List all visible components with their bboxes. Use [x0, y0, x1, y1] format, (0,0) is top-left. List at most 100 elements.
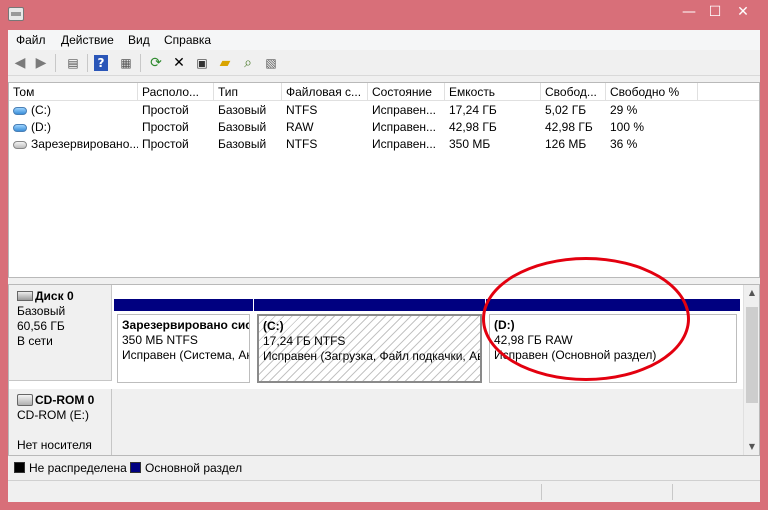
cd-drive-icon: [17, 394, 33, 406]
volume-type: Базовый: [218, 120, 267, 134]
cdrom-status: Нет носителя: [17, 438, 92, 452]
column-header-capacity[interactable]: Емкость: [445, 83, 541, 101]
scroll-thumb[interactable]: [746, 307, 758, 403]
cdrom-title: CD-ROM 0: [35, 393, 95, 407]
volume-free-percent: 100 %: [610, 120, 645, 134]
toolbar-separator: [140, 54, 141, 72]
volume-free: 42,98 ГБ: [545, 120, 593, 134]
disk-management-window: Файл Действие Вид Справка ◀ ▶ ▤ ? ▦ ⟳ ✕ …: [8, 30, 760, 502]
title-bar: — ☐ ✕: [0, 0, 768, 30]
volume-layout: Простой: [142, 137, 189, 151]
scroll-down-icon[interactable]: ▼: [744, 439, 760, 455]
cdrom-area: [112, 389, 743, 455]
volume-layout: Простой: [142, 120, 189, 134]
legend-unallocated: Не распределена: [29, 461, 127, 475]
help-icon[interactable]: ?: [94, 55, 108, 71]
delete-icon[interactable]: ✕: [170, 54, 188, 72]
volume-name: Зарезервировано...: [31, 137, 138, 151]
settings-icon[interactable]: ▣: [193, 54, 211, 72]
partition-status: Исправен (Загрузка, Файл подкачки, Ав: [263, 349, 482, 363]
volume-capacity: 17,24 ГБ: [449, 103, 497, 117]
cdrom-0-label[interactable]: CD-ROM 0 CD-ROM (E:) Нет носителя: [9, 389, 112, 455]
disk-map-scrollbar[interactable]: ▲ ▼: [743, 285, 759, 455]
hard-disk-icon: [17, 291, 33, 301]
menu-help[interactable]: Справка: [164, 33, 211, 47]
volume-layout: Простой: [142, 103, 189, 117]
column-header-free-space[interactable]: Свобод...: [541, 83, 606, 101]
volume-status: Исправен...: [372, 120, 437, 134]
toolbar: ◀ ▶ ▤ ? ▦ ⟳ ✕ ▣ ▰ ⌕ ▧: [8, 50, 760, 76]
volume-type: Базовый: [218, 103, 267, 117]
disk-type: Базовый: [17, 304, 66, 318]
partition-size: 17,24 ГБ NTFS: [263, 334, 346, 348]
disk-management-app-icon: [8, 7, 24, 21]
column-header-free-percent[interactable]: Свободно %: [606, 83, 698, 101]
volume-row[interactable]: (D:) Простой Базовый RAW Исправен... 42,…: [9, 119, 759, 136]
toolbar-separator: [55, 54, 56, 72]
volume-name: (C:): [31, 103, 51, 117]
volume-status: Исправен...: [372, 137, 437, 151]
volume-fs: RAW: [286, 120, 314, 134]
primary-partition-swatch: [130, 462, 141, 473]
volume-row[interactable]: (C:) Простой Базовый NTFS Исправен... 17…: [9, 102, 759, 119]
volume-list-header: Том Располо... Тип Файловая с... Состоян…: [9, 83, 759, 101]
disk-size: 60,56 ГБ: [17, 319, 65, 333]
minimize-button[interactable]: —: [676, 2, 702, 24]
forward-icon[interactable]: ▶: [32, 54, 50, 72]
column-header-type[interactable]: Тип: [214, 83, 282, 101]
volume-status: Исправен...: [372, 103, 437, 117]
partition-bar: [254, 299, 485, 311]
export-icon[interactable]: ▧: [262, 54, 280, 72]
status-bar: [8, 480, 760, 502]
volume-capacity: 42,98 ГБ: [449, 120, 497, 134]
cdrom-drive: CD-ROM (E:): [17, 408, 89, 422]
properties-icon[interactable]: ▦: [117, 54, 135, 72]
volume-free: 126 МБ: [545, 137, 587, 151]
volume-icon: [13, 123, 27, 132]
status-bar-divider: [541, 484, 542, 500]
volume-row[interactable]: Зарезервировано... Простой Базовый NTFS …: [9, 136, 759, 153]
partition-title: Зарезервировано сис: [122, 318, 250, 332]
disk-title: Диск 0: [35, 289, 74, 303]
volume-capacity: 350 МБ: [449, 137, 491, 151]
scroll-up-icon[interactable]: ▲: [744, 285, 760, 301]
search-icon[interactable]: ⌕: [239, 54, 257, 72]
volume-fs: NTFS: [286, 103, 318, 117]
partition-reserved[interactable]: Зарезервировано сис 350 МБ NTFS Исправен…: [114, 299, 253, 385]
volume-free: 5,02 ГБ: [545, 103, 587, 117]
menu-file[interactable]: Файл: [16, 33, 46, 47]
partition-size: 350 МБ NTFS: [122, 333, 198, 347]
status-bar-divider: [672, 484, 673, 500]
legend-primary: Основной раздел: [145, 461, 243, 475]
menu-bar: Файл Действие Вид Справка: [8, 30, 760, 50]
volume-icon: [13, 140, 27, 149]
menu-view[interactable]: Вид: [128, 33, 150, 47]
column-header-volume[interactable]: Том: [9, 83, 138, 101]
partition-title: (C:): [263, 319, 284, 333]
unallocated-swatch: [14, 462, 25, 473]
volume-icon: [13, 106, 27, 115]
volume-fs: NTFS: [286, 137, 318, 151]
column-header-file-system[interactable]: Файловая с...: [282, 83, 368, 101]
back-icon[interactable]: ◀: [11, 54, 29, 72]
volume-free-percent: 36 %: [610, 137, 638, 151]
open-icon[interactable]: ▰: [216, 54, 234, 72]
disk-status: В сети: [17, 334, 53, 348]
close-button[interactable]: ✕: [730, 2, 756, 24]
refresh-icon[interactable]: ⟳: [147, 54, 165, 72]
partition-bar: [114, 299, 253, 311]
volume-list: Том Располо... Тип Файловая с... Состоян…: [8, 82, 760, 278]
legend: Не распределена Основной раздел: [8, 458, 760, 478]
volume-name: (D:): [31, 120, 51, 134]
highlight-ellipse: [482, 257, 690, 381]
partition-status: Исправен (Система, Ак: [122, 348, 250, 362]
partition-c[interactable]: (C:) 17,24 ГБ NTFS Исправен (Загрузка, Ф…: [254, 299, 485, 385]
toolbar-separator: [87, 54, 88, 72]
volume-type: Базовый: [218, 137, 267, 151]
disk-0-label[interactable]: Диск 0 Базовый 60,56 ГБ В сети: [9, 285, 112, 381]
menu-action[interactable]: Действие: [61, 33, 114, 47]
maximize-button[interactable]: ☐: [702, 2, 728, 24]
column-header-status[interactable]: Состояние: [368, 83, 445, 101]
column-header-layout[interactable]: Располо...: [138, 83, 214, 101]
console-tree-icon[interactable]: ▤: [64, 54, 82, 72]
